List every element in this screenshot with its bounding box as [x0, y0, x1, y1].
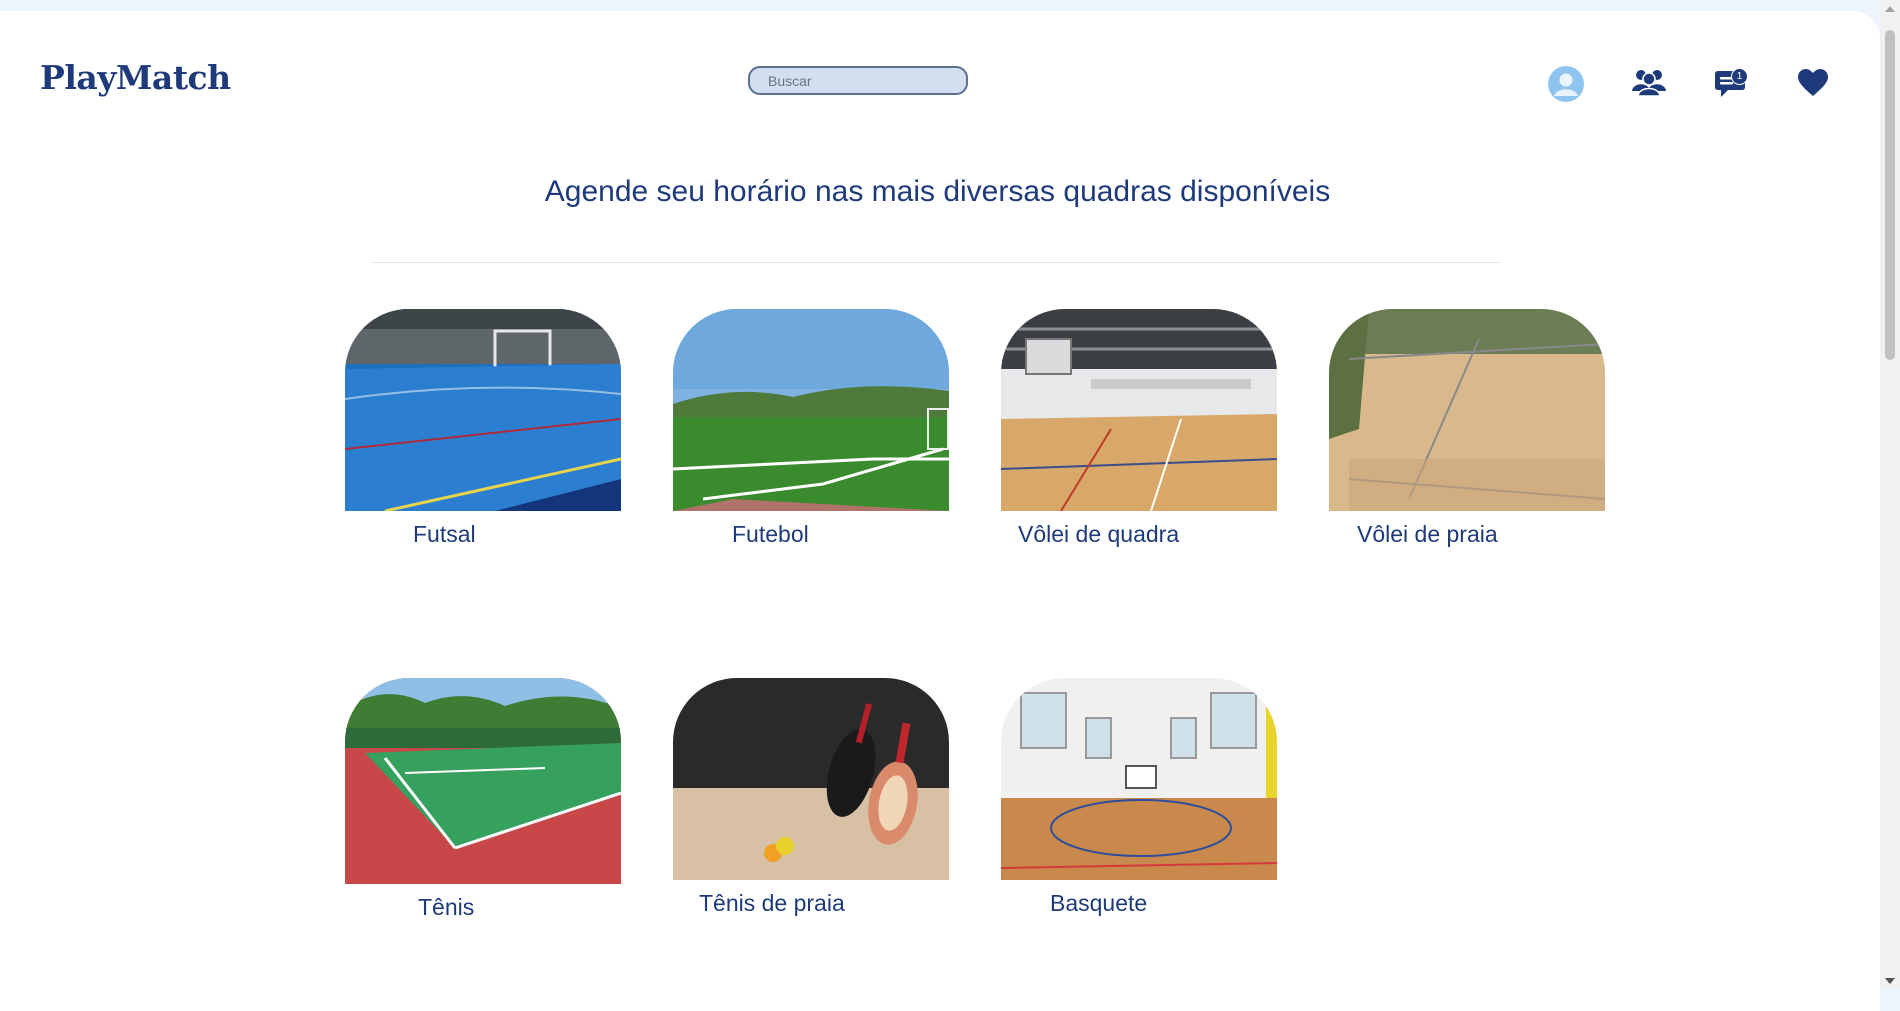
court-card-volei-praia[interactable]: Vôlei de praia — [1329, 309, 1605, 548]
court-image-basquete — [1001, 678, 1277, 880]
vertical-scrollbar[interactable] — [1880, 0, 1900, 988]
court-card-futsal[interactable]: Futsal — [345, 309, 621, 548]
court-card-volei-quadra[interactable]: Vôlei de quadra — [1001, 309, 1277, 548]
messages-badge: 1 — [1731, 68, 1748, 85]
profile-avatar-icon[interactable] — [1548, 66, 1584, 102]
court-label-basquete: Basquete — [1050, 890, 1148, 916]
court-label-volei-quadra: Vôlei de quadra — [1018, 521, 1180, 547]
court-label-tenis: Tênis — [418, 894, 475, 920]
court-image-volei-praia — [1329, 309, 1605, 511]
court-label-volei-praia: Vôlei de praia — [1357, 521, 1498, 547]
court-card-futebol[interactable]: Futebol — [673, 309, 949, 548]
scroll-down-arrow-icon[interactable] — [1885, 978, 1895, 984]
friends-group-icon[interactable] — [1630, 67, 1668, 97]
court-image-futsal — [345, 309, 621, 511]
favorites-heart-icon[interactable] — [1797, 69, 1829, 97]
court-image-futebol — [673, 309, 949, 511]
court-image-volei-quadra — [1001, 309, 1277, 511]
scroll-up-arrow-icon[interactable] — [1885, 6, 1895, 12]
court-card-basquete[interactable]: Basquete — [1001, 678, 1277, 917]
court-image-tenis — [345, 678, 621, 884]
court-image-tenis-praia — [673, 678, 949, 880]
court-label-tenis-praia: Tênis de praia — [699, 890, 845, 916]
court-card-tenis[interactable]: Tênis — [345, 678, 621, 921]
scrollbar-thumb[interactable] — [1885, 30, 1895, 360]
app-logo[interactable]: PlayMatch — [40, 58, 231, 97]
search-input[interactable] — [748, 66, 968, 95]
section-divider — [370, 262, 1502, 263]
court-label-futebol: Futebol — [732, 521, 809, 547]
court-card-tenis-praia[interactable]: Tênis de praia — [673, 678, 949, 917]
court-label-futsal: Futsal — [413, 521, 476, 547]
page-headline: Agende seu horário nas mais diversas qua… — [544, 175, 1331, 208]
page-container: PlayMatch 1 Agende seu horário n — [0, 11, 1880, 1011]
